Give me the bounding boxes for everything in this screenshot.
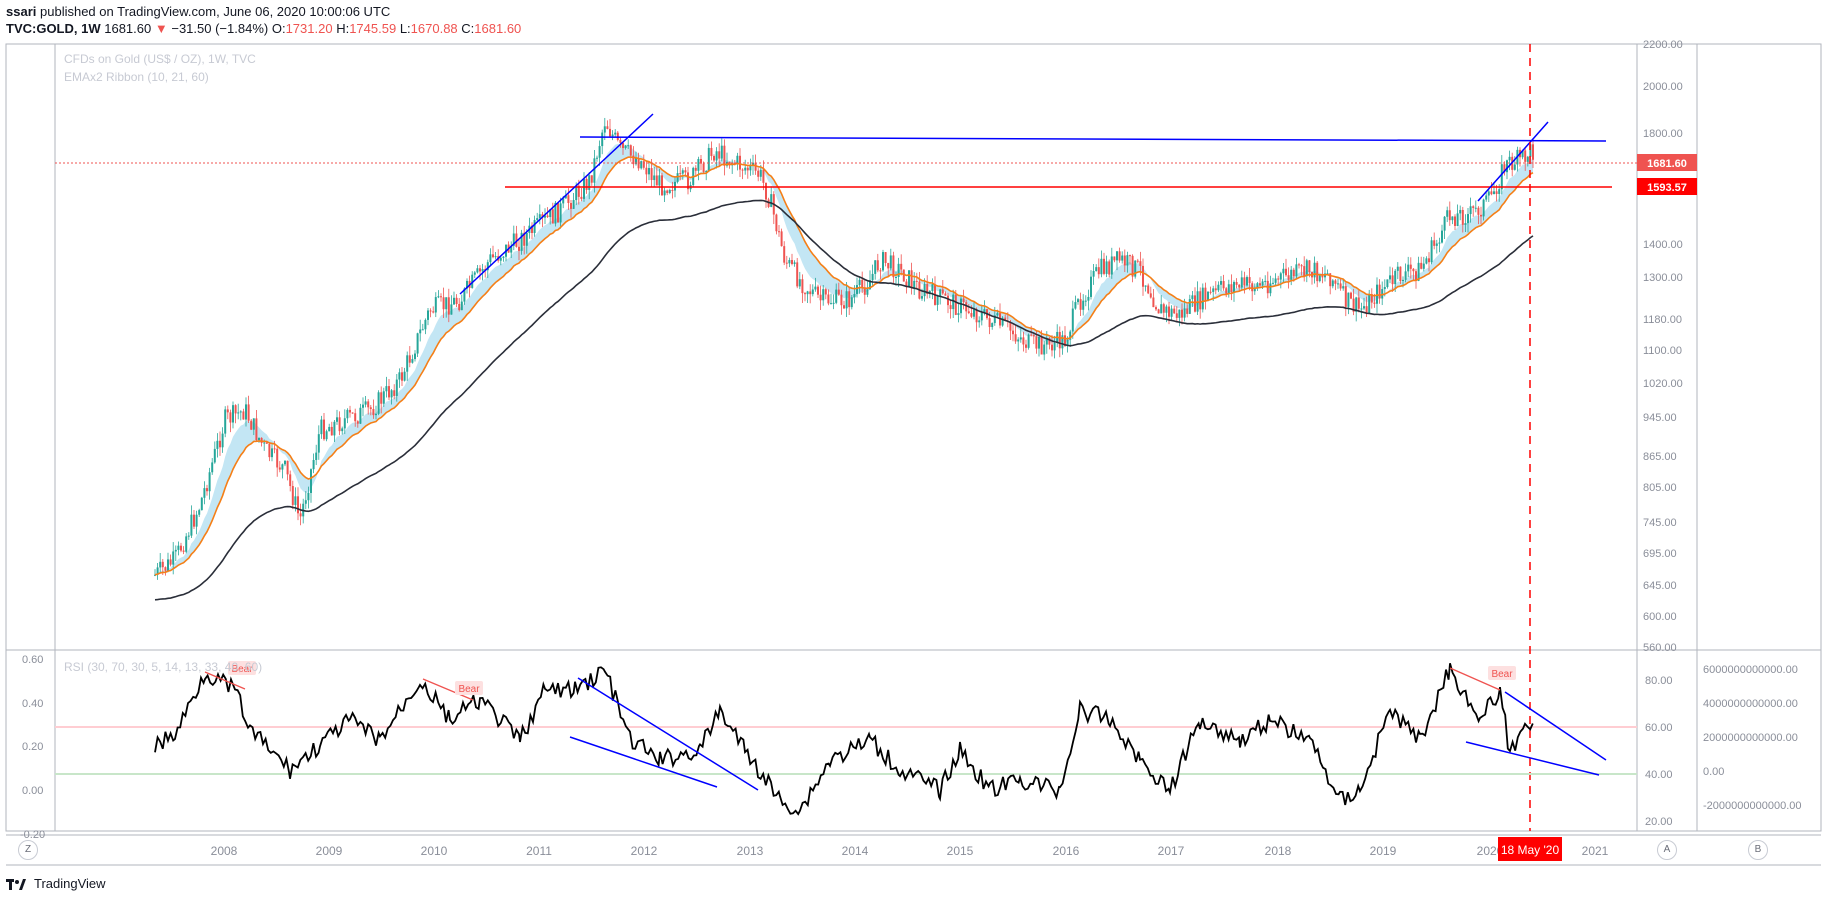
price-tick: 745.00	[1643, 517, 1677, 529]
rsi-left-tick: -0.20	[20, 829, 45, 841]
rsi-right-tick: 60.00	[1645, 722, 1673, 734]
brand-name[interactable]: TradingView	[34, 876, 106, 891]
price-tick: 645.00	[1643, 580, 1677, 592]
price-tick: 1800.00	[1643, 128, 1683, 140]
rsi-far-tick: 0.00	[1703, 766, 1724, 778]
rsi-far-tick: 6000000000000.00	[1703, 664, 1798, 676]
year-tick: 2015	[947, 844, 974, 858]
year-tick: 2008	[211, 844, 238, 858]
zoom-button[interactable]: Z	[18, 840, 38, 860]
rsi-left-tick: 0.20	[22, 741, 43, 753]
rsi-right-tick: 80.00	[1645, 675, 1673, 687]
price-tick: 2200.00	[1643, 39, 1683, 51]
uptrend-line-2011[interactable]	[459, 113, 654, 295]
rsi-line	[154, 663, 1534, 816]
price-tick: 1020.00	[1643, 378, 1683, 390]
price-tick: 805.00	[1643, 482, 1677, 494]
year-tick: 2019	[1370, 844, 1397, 858]
price-tick: 1300.00	[1643, 272, 1683, 284]
price-axis[interactable]: 2200.00 2000.00 1800.00 1400.00 1300.00 …	[1643, 39, 1683, 654]
year-tick: 2011	[526, 844, 552, 858]
last-price-badge-text: 1681.60	[1647, 158, 1687, 170]
bear-label-3: Bear	[1488, 666, 1516, 680]
cursor-date-text: 18 May '20	[1501, 843, 1560, 857]
price-tick: 1100.00	[1643, 345, 1682, 357]
ema-lines	[154, 156, 1534, 601]
rsi-right-tick: 20.00	[1645, 816, 1673, 828]
rsi-far-tick: 4000000000000.00	[1703, 698, 1798, 710]
rsi-far-tick: -2000000000000.00	[1703, 800, 1801, 812]
year-tick: 2013	[737, 844, 764, 858]
b-button[interactable]: B	[1748, 840, 1768, 860]
price-tick: 865.00	[1643, 451, 1677, 463]
price-tick: 2000.00	[1643, 81, 1683, 93]
rsi-far-tick: 2000000000000.00	[1703, 732, 1798, 744]
chart-canvas[interactable]: Bear Bear Bear 2200.00 2000.00 1800.00 1…	[0, 0, 1828, 902]
rsi-far-axis: 6000000000000.00 4000000000000.00 200000…	[1703, 664, 1801, 812]
year-tick: 2014	[842, 844, 869, 858]
rsi-left-tick: 0.40	[22, 698, 43, 710]
rsi-left-axis: 0.60 0.40 0.20 0.00 -0.20	[20, 654, 45, 841]
auto-scale-button[interactable]: A	[1657, 840, 1677, 860]
price-tick: 945.00	[1643, 412, 1677, 424]
price-tick: 560.00	[1643, 642, 1677, 654]
ema-ribbon	[155, 143, 1533, 575]
main-series-legend[interactable]: CFDs on Gold (US$ / OZ), 1W, TVC	[64, 52, 256, 66]
rsi-wedge-lower-2020[interactable]	[1465, 741, 1600, 776]
year-tick: 2009	[316, 844, 343, 858]
rsi-left-tick: 0.00	[22, 785, 43, 797]
price-tick: 695.00	[1643, 548, 1677, 560]
svg-text:Bear: Bear	[1491, 669, 1513, 680]
year-tick: 2018	[1265, 844, 1292, 858]
bear-label-2: Bear	[455, 681, 483, 695]
year-tick: 2021	[1582, 844, 1609, 858]
price-tick: 1180.00	[1643, 314, 1682, 326]
rsi-right-tick: 40.00	[1645, 769, 1673, 781]
price-tick: 600.00	[1643, 611, 1677, 623]
year-tick: 2012	[631, 844, 658, 858]
rsi-legend[interactable]: RSI (30, 70, 30, 5, 14, 13, 33, 40, 60)	[64, 660, 262, 674]
svg-text:Bear: Bear	[458, 684, 480, 695]
rsi-left-tick: 0.60	[22, 654, 43, 666]
year-tick: 2016	[1053, 844, 1080, 858]
resistance-trendline[interactable]	[579, 136, 1607, 142]
ema-ribbon-legend[interactable]: EMAx2 Ribbon (10, 21, 60)	[64, 70, 209, 84]
tradingview-logo-icon[interactable]	[6, 877, 28, 891]
year-tick: 2017	[1158, 844, 1185, 858]
chart-frame	[5, 43, 1822, 832]
year-tick: 2010	[421, 844, 448, 858]
level-badge-text: 1593.57	[1647, 182, 1687, 194]
price-tick: 1400.00	[1643, 239, 1683, 251]
time-axis[interactable]: 2008 2009 2010 2011 2012 2013 2014 2015 …	[211, 844, 1609, 858]
rsi-right-axis: 80.00 60.00 40.00 20.00	[1645, 675, 1673, 828]
footer: TradingView	[6, 876, 106, 891]
